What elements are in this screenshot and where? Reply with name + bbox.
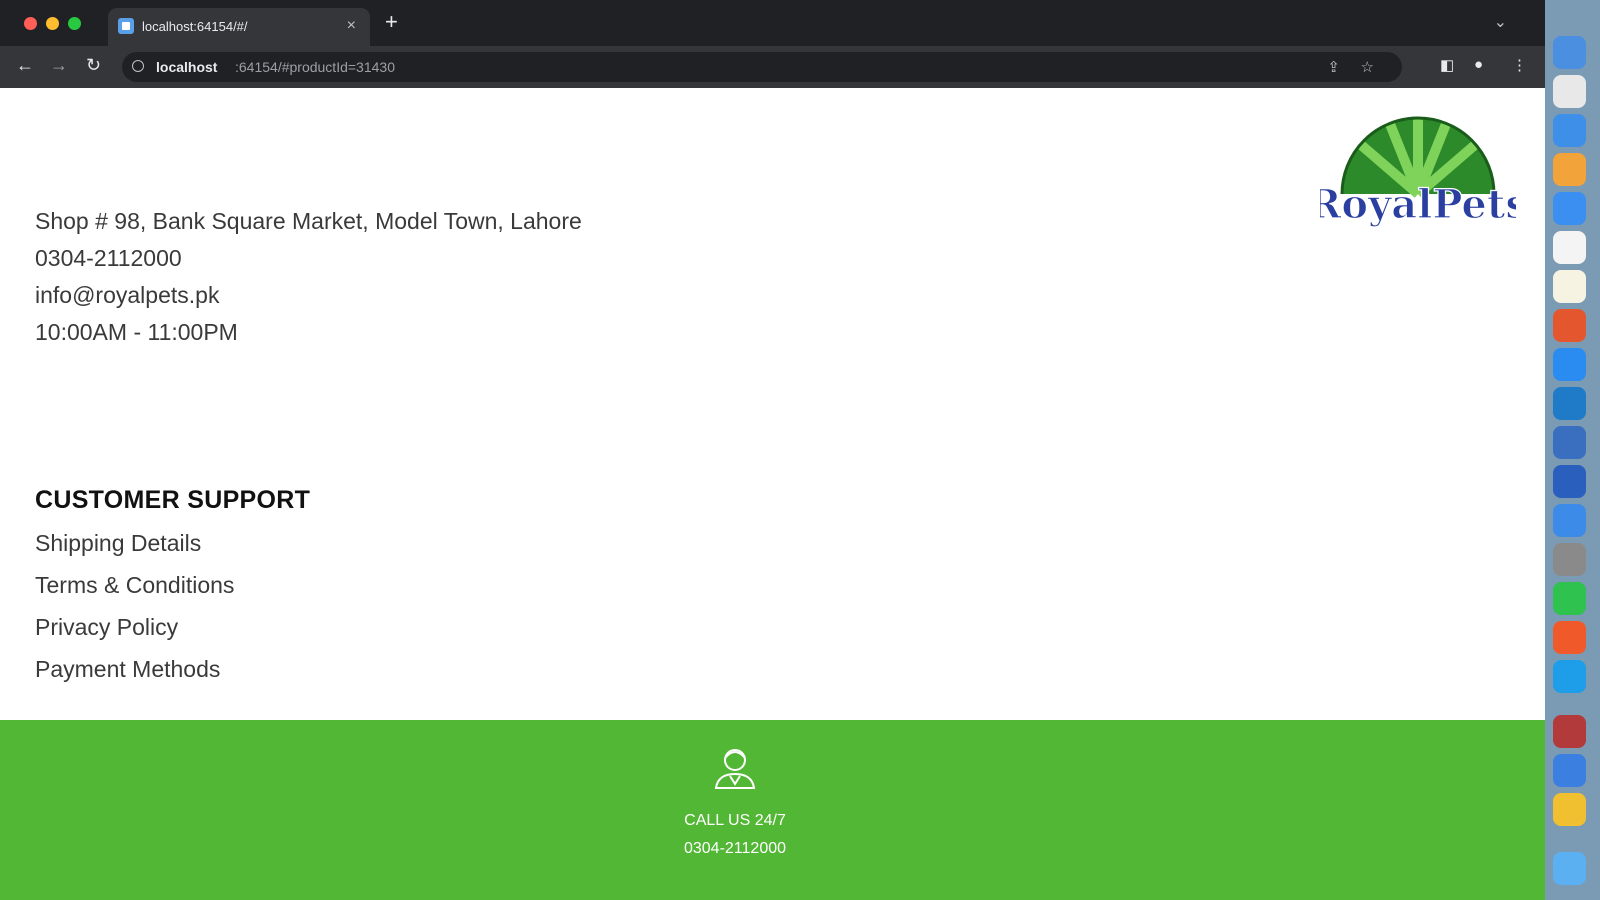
browser-chrome: localhost:64154/#/ × + ⌄ ← → ↻ localhost… xyxy=(0,0,1545,88)
tab-favicon-icon xyxy=(118,18,134,34)
word-icon[interactable] xyxy=(1553,465,1586,498)
address-bar[interactable]: localhost :64154/#productId=31430 ⇪ ☆ xyxy=(122,52,1402,82)
customer-support-heading: CUSTOMER SUPPORT xyxy=(35,486,311,514)
calendar-icon[interactable] xyxy=(1553,231,1586,264)
browser-tab[interactable]: localhost:64154/#/ × xyxy=(108,8,370,46)
url-host: localhost xyxy=(156,59,218,75)
new-tab-button[interactable]: + xyxy=(385,11,398,33)
close-window-button[interactable] xyxy=(24,17,37,30)
support-agent-icon xyxy=(714,749,756,789)
back-arrow-icon[interactable]: ← xyxy=(16,55,34,75)
tab-bar: localhost:64154/#/ × + ⌄ xyxy=(0,0,1545,46)
store-email[interactable]: info@royalpets.pk xyxy=(35,282,219,309)
side-panel-icon[interactable]: ◧ xyxy=(1440,56,1454,74)
bookmark-star-icon[interactable]: ☆ xyxy=(1361,58,1374,76)
folder-icon[interactable] xyxy=(1553,852,1586,885)
flutter-icon[interactable] xyxy=(1553,754,1586,787)
notes-icon[interactable] xyxy=(1553,270,1586,303)
profile-icon[interactable]: ● xyxy=(1474,56,1483,73)
terms-conditions-link[interactable]: Terms & Conditions xyxy=(35,572,234,599)
finder-icon[interactable] xyxy=(1553,36,1586,69)
dictionary-icon[interactable] xyxy=(1553,715,1586,748)
tab-search-chevron-icon[interactable]: ⌄ xyxy=(1494,12,1507,32)
tab-close-icon[interactable]: × xyxy=(347,17,356,35)
photos-icon[interactable] xyxy=(1553,153,1586,186)
app-store-icon[interactable] xyxy=(1553,348,1586,381)
chrome-icon[interactable] xyxy=(1553,75,1586,108)
browser-icon[interactable] xyxy=(1553,309,1586,342)
site-info-icon[interactable] xyxy=(132,60,144,72)
settings-icon[interactable] xyxy=(1553,543,1586,576)
xcode-icon[interactable] xyxy=(1553,504,1586,537)
call-us-label: CALL US 24/7 xyxy=(684,812,786,829)
whatsapp-icon[interactable] xyxy=(1553,582,1586,615)
royal-pets-logo[interactable]: RoyalPets xyxy=(1320,114,1516,232)
store-hours: 10:00AM - 11:00PM xyxy=(35,319,238,345)
tab-title: localhost:64154/#/ xyxy=(142,19,248,34)
safari-icon[interactable] xyxy=(1553,114,1586,147)
shipping-details-link[interactable]: Shipping Details xyxy=(35,530,201,557)
store-address: Shop # 98, Bank Square Market, Model Tow… xyxy=(35,208,582,234)
svg-text:RoyalPets: RoyalPets xyxy=(1320,181,1516,228)
footer-banner: CALL US 24/7 0304-2112000 xyxy=(0,720,1545,900)
store-phone: 0304-2112000 xyxy=(35,245,182,271)
mail-icon[interactable] xyxy=(1553,192,1586,225)
privacy-policy-link[interactable]: Privacy Policy xyxy=(35,614,178,641)
reload-icon[interactable]: ↻ xyxy=(86,55,101,75)
menu-kebab-icon[interactable]: ⋮ xyxy=(1512,56,1527,74)
skype-icon[interactable] xyxy=(1553,660,1586,693)
web-page: RoyalPets Shop # 98, Bank Square Market,… xyxy=(0,88,1545,900)
payment-methods-link[interactable]: Payment Methods xyxy=(35,656,220,683)
vscode-icon[interactable] xyxy=(1553,387,1586,420)
url-path: :64154/#productId=31430 xyxy=(235,59,395,75)
tool-icon[interactable] xyxy=(1553,426,1586,459)
swift-icon[interactable] xyxy=(1553,621,1586,654)
minimize-window-button[interactable] xyxy=(46,17,59,30)
forward-arrow-icon[interactable]: → xyxy=(50,55,68,75)
macos-dock xyxy=(1545,0,1600,900)
browser-toolbar: ← → ↻ localhost :64154/#productId=31430 … xyxy=(0,46,1545,88)
share-icon[interactable]: ⇪ xyxy=(1327,58,1340,76)
chrome-canary-icon[interactable] xyxy=(1553,793,1586,826)
call-us-number[interactable]: 0304-2112000 xyxy=(0,840,1470,858)
maximize-window-button[interactable] xyxy=(68,17,81,30)
